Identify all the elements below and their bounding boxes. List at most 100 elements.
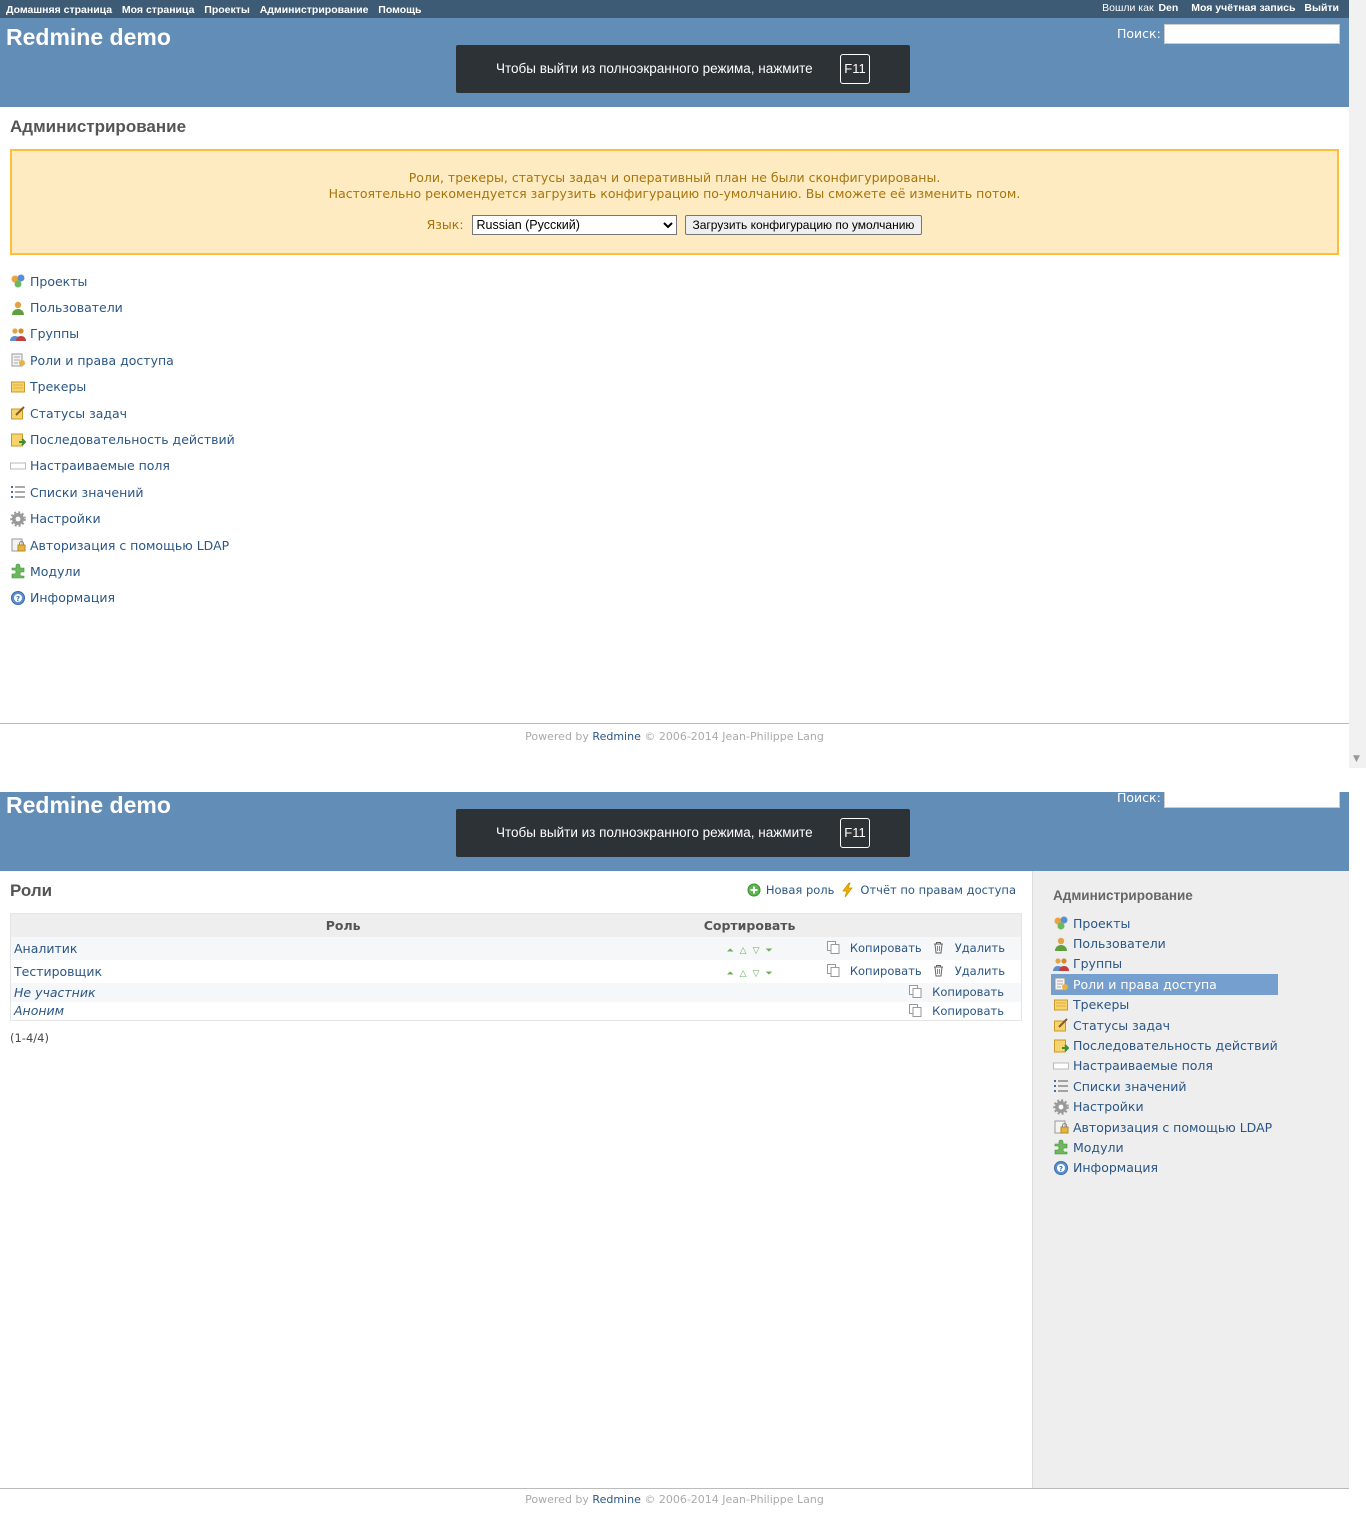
sidebar-menu-item[interactable]: ? Информация <box>1053 1158 1278 1178</box>
admin-menu-link[interactable]: Статусы задач <box>30 406 127 421</box>
delete-role-link[interactable]: Удалить <box>955 964 1005 978</box>
search-input[interactable] <box>1164 792 1340 808</box>
sidebar-menu-link[interactable]: Настраиваемые поля <box>1073 1058 1213 1073</box>
scroll-down-arrow-icon[interactable]: ▼ <box>1353 754 1360 764</box>
sidebar-menu-link[interactable]: Информация <box>1073 1160 1158 1175</box>
copy-role-link[interactable]: Копировать <box>932 1004 1004 1018</box>
admin-menu-item[interactable]: Последовательность действий <box>10 426 235 452</box>
load-default-config-button[interactable]: Загрузить конфигурацию по умолчанию <box>684 215 923 235</box>
move-up-icon[interactable]: △ <box>740 946 747 956</box>
move-bottom-icon[interactable]: ⏷ <box>766 969 773 979</box>
sidebar-menu-link[interactable]: Настройки <box>1073 1099 1144 1114</box>
move-top-icon[interactable]: ⏶ <box>726 969 733 979</box>
admin-menu-item[interactable]: Настраиваемые поля <box>10 453 235 479</box>
role-sort-cell <box>675 1002 824 1021</box>
admin-menu-item[interactable]: Группы <box>10 321 235 347</box>
admin-menu-item[interactable]: Проекты <box>10 268 235 294</box>
role-name-link[interactable]: Аноним <box>14 1003 64 1018</box>
new-role-link[interactable]: Новая роль <box>766 883 835 897</box>
admin-menu-link[interactable]: Информация <box>30 590 115 605</box>
admin-menu-link[interactable]: Пользователи <box>30 300 123 315</box>
permissions-report-link[interactable]: Отчёт по правам доступа <box>860 883 1016 897</box>
admin-menu-link[interactable]: Группы <box>30 326 79 341</box>
sidebar-menu-link[interactable]: Списки значений <box>1073 1079 1187 1094</box>
sidebar-menu-link[interactable]: Группы <box>1073 956 1122 971</box>
sidebar-menu-item[interactable]: Пользователи <box>1053 933 1278 953</box>
admin-menu-link[interactable]: Авторизация с помощью LDAP <box>30 538 229 553</box>
role-name-link[interactable]: Аналитик <box>14 941 77 956</box>
admin-menu-item[interactable]: ? Информация <box>10 585 235 611</box>
top-menu-administration[interactable]: Администрирование <box>260 4 369 16</box>
top-menu-home[interactable]: Домашняя страница <box>6 4 112 16</box>
sidebar-menu-item[interactable]: Модули <box>1053 1137 1278 1157</box>
admin-menu-item[interactable]: Авторизация с помощью LDAP <box>10 532 235 558</box>
admin-menu-item[interactable]: Модули <box>10 558 235 584</box>
admin-menu-link[interactable]: Настройки <box>30 511 101 526</box>
sidebar-menu-item[interactable]: Списки значений <box>1053 1076 1278 1096</box>
admin-menu-item[interactable]: Трекеры <box>10 374 235 400</box>
admin-menu-link[interactable]: Роли и права доступа <box>30 353 174 368</box>
top-menu-my-page[interactable]: Моя страница <box>122 4 195 16</box>
admin-menu-link[interactable]: Трекеры <box>30 379 86 394</box>
role-actions-cell: Копировать Удалить <box>823 936 1022 960</box>
sidebar-menu-item[interactable]: Группы <box>1053 954 1278 974</box>
sidebar-menu-link[interactable]: Статусы задач <box>1073 1018 1170 1033</box>
admin-menu-link[interactable]: Последовательность действий <box>30 432 235 447</box>
sidebar-menu-link[interactable]: Модули <box>1073 1140 1124 1155</box>
admin-menu-link[interactable]: Проекты <box>30 274 87 289</box>
my-account-link[interactable]: Моя учётная запись <box>1191 2 1295 14</box>
admin-menu-item[interactable]: Списки значений <box>10 479 235 505</box>
role-name-link[interactable]: Тестировщик <box>14 964 102 979</box>
logged-in-user[interactable]: Den <box>1158 2 1178 14</box>
copy-role-link[interactable]: Копировать <box>850 964 922 978</box>
logout-link[interactable]: Выйти <box>1304 2 1339 14</box>
table-row: Тестировщик ⏶ △ ▽ ⏷ Копировать Удалить <box>11 960 1022 983</box>
role-name-cell: Аноним <box>11 1002 676 1021</box>
copy-role-link[interactable]: Копировать <box>932 985 1004 999</box>
move-up-icon[interactable]: △ <box>740 969 747 979</box>
language-select[interactable]: Russian (Русский) <box>471 215 677 235</box>
admin-menu-item[interactable]: Роли и права доступа <box>10 347 235 373</box>
sidebar-menu-item[interactable]: Трекеры <box>1053 995 1278 1015</box>
admin-menu-link[interactable]: Настраиваемые поля <box>30 458 170 473</box>
role-sort-cell <box>675 982 824 1002</box>
site-title[interactable]: Redmine demo <box>6 792 171 819</box>
sidebar-menu-link[interactable]: Трекеры <box>1073 997 1129 1012</box>
sidebar-menu-item[interactable]: Последовательность действий <box>1053 1035 1278 1055</box>
footer-redmine-link[interactable]: Redmine <box>592 730 640 743</box>
move-bottom-icon[interactable]: ⏷ <box>766 946 773 956</box>
sidebar-menu-item[interactable]: Статусы задач <box>1053 1015 1278 1035</box>
delete-role-link[interactable]: Удалить <box>955 941 1005 955</box>
table-row: Не участник Копировать <box>10 982 1022 1002</box>
sidebar-menu-link[interactable]: Авторизация с помощью LDAP <box>1073 1120 1272 1135</box>
sidebar-menu-item[interactable]: Настройки <box>1053 1097 1278 1117</box>
sidebar-menu-link[interactable]: Роли и права доступа <box>1073 977 1217 992</box>
default-config-warning: Роли, трекеры, статусы задач и оперативн… <box>10 149 1339 255</box>
sidebar-menu-item[interactable]: Авторизация с помощью LDAP <box>1053 1117 1278 1137</box>
search-input[interactable] <box>1164 24 1340 44</box>
sidebar-menu-link[interactable]: Проекты <box>1073 916 1130 931</box>
top-menu-help[interactable]: Помощь <box>378 4 421 16</box>
admin-menu-item[interactable]: Настройки <box>10 506 235 532</box>
admin-menu-item[interactable]: Статусы задач <box>10 400 235 426</box>
tracker-icon <box>1053 997 1069 1013</box>
site-title[interactable]: Redmine demo <box>6 24 171 51</box>
sidebar-menu-link[interactable]: Пользователи <box>1073 936 1166 951</box>
admin-menu-link[interactable]: Модули <box>30 564 81 579</box>
sidebar-menu-item[interactable]: Роли и права доступа <box>1051 974 1278 995</box>
sidebar-menu-item[interactable]: Проекты <box>1053 913 1278 933</box>
language-label: Язык: <box>426 217 464 232</box>
admin-menu-link[interactable]: Списки значений <box>30 485 144 500</box>
admin-menu-item[interactable]: Пользователи <box>10 294 235 320</box>
copy-role-link[interactable]: Копировать <box>850 941 922 955</box>
scrollbar[interactable]: ▼ <box>1349 0 1366 768</box>
move-down-icon[interactable]: ▽ <box>753 969 760 979</box>
move-top-icon[interactable]: ⏶ <box>726 946 733 956</box>
move-down-icon[interactable]: ▽ <box>753 946 760 956</box>
sidebar-menu-item[interactable]: Настраиваемые поля <box>1053 1056 1278 1076</box>
sidebar-menu-link[interactable]: Последовательность действий <box>1073 1038 1278 1053</box>
footer-redmine-link[interactable]: Redmine <box>592 1493 640 1506</box>
top-menu-projects[interactable]: Проекты <box>204 4 250 16</box>
role-name-link[interactable]: Не участник <box>14 985 96 1000</box>
scrollbar[interactable] <box>1349 792 1366 1536</box>
